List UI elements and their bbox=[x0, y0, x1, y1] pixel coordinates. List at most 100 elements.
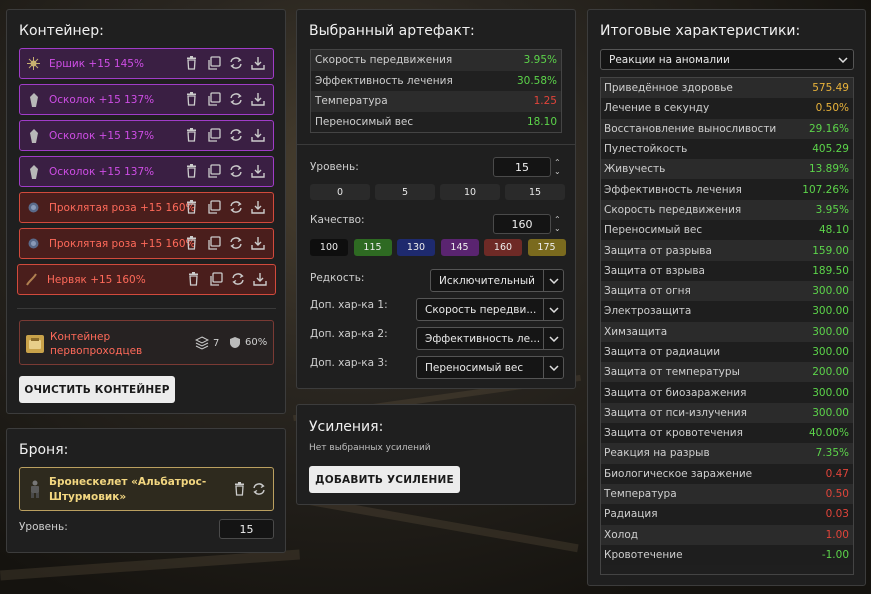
totals-row: Электрозащита 300.00 bbox=[601, 301, 853, 322]
totals-filter-value: Реакции на аномалии bbox=[609, 53, 730, 66]
trash-icon[interactable] bbox=[185, 236, 200, 251]
armor-level-input[interactable]: 15 bbox=[219, 519, 274, 539]
level-preset-button[interactable]: 0 bbox=[310, 184, 370, 200]
totals-row-value: 107.26% bbox=[802, 183, 849, 196]
chevron-down-icon bbox=[543, 328, 563, 349]
quality-preset-button[interactable]: 115 bbox=[353, 239, 392, 256]
container-item[interactable]: Нервяк +15 160% bbox=[17, 264, 276, 295]
trash-icon[interactable] bbox=[233, 482, 246, 499]
download-icon[interactable] bbox=[253, 272, 268, 287]
totals-row: Восстановление выносливости 29.16% bbox=[601, 118, 853, 139]
chevron-up-icon[interactable]: ⌃ bbox=[554, 215, 561, 224]
totals-row-value: 159.00 bbox=[812, 244, 849, 257]
totals-row-value: 405.29 bbox=[812, 143, 849, 156]
trash-icon[interactable] bbox=[187, 272, 202, 287]
swap-icon[interactable] bbox=[231, 272, 246, 287]
extra-stat-1-select[interactable]: Скорость передви... bbox=[416, 298, 564, 321]
level-preset-button[interactable]: 10 bbox=[440, 184, 500, 200]
container-item[interactable]: Проклятая роза +15 160% bbox=[19, 228, 274, 259]
rarity-select[interactable]: Исключительный bbox=[430, 269, 564, 292]
download-icon[interactable] bbox=[251, 236, 266, 251]
container-item[interactable]: Осколок +15 137% bbox=[19, 120, 274, 151]
slots-count: 7 bbox=[213, 337, 220, 349]
swap-icon[interactable] bbox=[229, 236, 244, 251]
extra-stat-2-select[interactable]: Эффективность ле... bbox=[416, 327, 564, 350]
totals-panel: Итоговые характеристики: Реакции на аном… bbox=[587, 9, 866, 586]
swap-icon[interactable] bbox=[229, 92, 244, 107]
stat-label: Скорость передвижения bbox=[315, 54, 453, 67]
quality-preset-button[interactable]: 160 bbox=[484, 239, 522, 256]
level-preset-button[interactable]: 5 bbox=[375, 184, 435, 200]
totals-row: Защита от взрыва 189.50 bbox=[601, 260, 853, 281]
totals-row-value: 575.49 bbox=[812, 82, 849, 95]
swap-icon[interactable] bbox=[229, 56, 244, 71]
container-item[interactable]: Проклятая роза +15 160% bbox=[19, 192, 274, 223]
copy-icon[interactable] bbox=[207, 128, 222, 143]
shard-artifact-icon bbox=[27, 128, 40, 143]
totals-row-value: 0.50% bbox=[815, 102, 849, 115]
shard-artifact-icon bbox=[27, 164, 40, 179]
totals-row-label: Защита от огня bbox=[604, 285, 691, 298]
copy-icon[interactable] bbox=[209, 272, 224, 287]
totals-filter-select[interactable]: Реакции на аномалии bbox=[600, 49, 854, 70]
clear-container-button[interactable]: ОЧИСТИТЬ КОНТЕЙНЕР bbox=[19, 376, 175, 403]
copy-icon[interactable] bbox=[207, 164, 222, 179]
download-icon[interactable] bbox=[251, 92, 266, 107]
totals-row-label: Приведённое здоровье bbox=[604, 82, 733, 95]
divider bbox=[17, 308, 276, 309]
container-item-name: Осколок +15 137% bbox=[49, 93, 155, 106]
chevron-down-icon[interactable]: ⌄ bbox=[554, 167, 561, 176]
level-preset-button[interactable]: 15 bbox=[505, 184, 565, 200]
trash-icon[interactable] bbox=[185, 200, 200, 215]
quality-preset-button[interactable]: 145 bbox=[440, 239, 479, 256]
totals-row-value: 200.00 bbox=[812, 366, 849, 379]
container-item[interactable]: Осколок +15 137% bbox=[19, 156, 274, 187]
totals-row: Защита от разрыва 159.00 bbox=[601, 240, 853, 261]
artifact-level-input[interactable]: 15 bbox=[493, 157, 551, 177]
trash-icon[interactable] bbox=[185, 92, 200, 107]
totals-row: Температура 0.50 bbox=[601, 483, 853, 505]
trash-icon[interactable] bbox=[185, 56, 200, 71]
level-stepper[interactable]: ⌃ ⌄ bbox=[554, 158, 561, 176]
quality-preset-button[interactable]: 100 bbox=[310, 239, 348, 256]
totals-row-label: Эффективность лечения bbox=[604, 183, 742, 196]
container-protection: 60% bbox=[229, 336, 267, 349]
trash-icon[interactable] bbox=[185, 164, 200, 179]
container-item[interactable]: Осколок +15 137% bbox=[19, 84, 274, 115]
totals-row-value: 0.47 bbox=[825, 467, 849, 480]
copy-icon[interactable] bbox=[207, 56, 222, 71]
extra-stat-3-label: Доп. хар-ка 3: bbox=[310, 357, 388, 369]
quality-preset-button[interactable]: 175 bbox=[527, 239, 566, 256]
armor-card[interactable]: Бронескелет «Альбатрос- Штурмовик» bbox=[19, 467, 274, 511]
add-boost-button[interactable]: ДОБАВИТЬ УСИЛЕНИЕ bbox=[309, 466, 460, 493]
quality-preset-button[interactable]: 130 bbox=[397, 239, 435, 256]
artifact-quality-input[interactable]: 160 bbox=[493, 214, 551, 234]
swap-icon[interactable] bbox=[229, 128, 244, 143]
download-icon[interactable] bbox=[251, 128, 266, 143]
chevron-down-icon[interactable]: ⌄ bbox=[554, 224, 561, 233]
boosts-title: Усиления: bbox=[309, 419, 384, 435]
container-item[interactable]: Ершик +15 145% bbox=[19, 48, 274, 79]
swap-icon[interactable] bbox=[229, 164, 244, 179]
extra-stat-3-select[interactable]: Переносимый вес bbox=[416, 356, 564, 379]
download-icon[interactable] bbox=[251, 56, 266, 71]
download-icon[interactable] bbox=[251, 164, 266, 179]
totals-row-label: Живучесть bbox=[604, 163, 666, 176]
artifact-quality-label: Качество: bbox=[310, 214, 365, 226]
artifact-title: Выбранный артефакт: bbox=[309, 23, 475, 39]
container-item-name: Нервяк +15 160% bbox=[47, 273, 146, 286]
trash-icon[interactable] bbox=[185, 128, 200, 143]
quality-stepper[interactable]: ⌃ ⌄ bbox=[554, 215, 561, 233]
swap-icon[interactable] bbox=[252, 482, 266, 499]
shield-icon bbox=[230, 337, 240, 348]
extra-stat-3-value: Переносимый вес bbox=[425, 361, 524, 374]
selected-container-card[interactable]: Контейнер первопроходцев 7 60% bbox=[19, 320, 274, 365]
copy-icon[interactable] bbox=[207, 236, 222, 251]
copy-icon[interactable] bbox=[207, 200, 222, 215]
container-item-name: Проклятая роза +15 160% bbox=[49, 201, 196, 214]
copy-icon[interactable] bbox=[207, 92, 222, 107]
chevron-up-icon[interactable]: ⌃ bbox=[554, 158, 561, 167]
download-icon[interactable] bbox=[251, 200, 266, 215]
swap-icon[interactable] bbox=[229, 200, 244, 215]
totals-row: Холод 1.00 bbox=[601, 524, 853, 545]
